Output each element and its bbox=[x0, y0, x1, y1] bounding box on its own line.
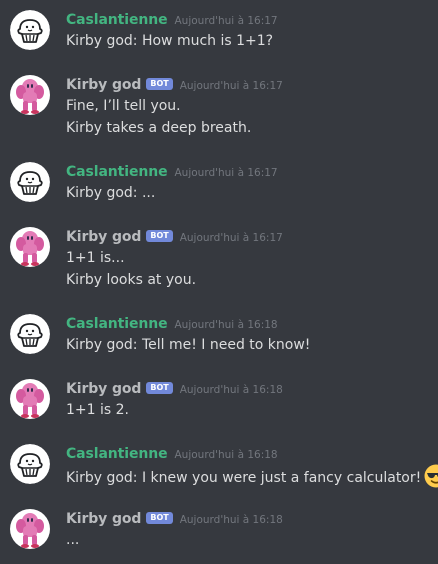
message: Kirby god BOT Aujourd'hui à 16:18 1+1 is… bbox=[0, 379, 438, 423]
username[interactable]: Caslantienne bbox=[66, 316, 168, 332]
message: Kirby god BOT Aujourd'hui à 16:17 Fine, … bbox=[0, 75, 438, 141]
message-text: 1+1 is... bbox=[66, 250, 125, 266]
message-header: Caslantienne Aujourd'hui à 16:18 bbox=[66, 314, 278, 334]
message-header: Kirby god BOT Aujourd'hui à 16:17 bbox=[66, 75, 283, 95]
message-text: Kirby takes a deep breath. bbox=[66, 120, 252, 136]
message-text: 1+1 is 2. bbox=[66, 402, 129, 418]
avatar-kirby-icon[interactable] bbox=[10, 509, 50, 549]
message: Kirby god BOT Aujourd'hui à 16:18 ... bbox=[0, 509, 438, 553]
avatar-kirby-icon[interactable] bbox=[10, 379, 50, 419]
message-text: Kirby god: ... bbox=[66, 185, 156, 201]
timestamp[interactable]: Aujourd'hui à 16:18 bbox=[174, 319, 277, 331]
message-text: Kirby god: I knew you were just a fancy … bbox=[66, 464, 438, 489]
avatar-muffin-icon[interactable] bbox=[10, 314, 50, 354]
avatar-muffin-icon[interactable] bbox=[10, 10, 50, 50]
username[interactable]: Kirby god bbox=[66, 77, 141, 93]
message-header: Kirby god BOT Aujourd'hui à 16:17 bbox=[66, 227, 283, 247]
timestamp[interactable]: Aujourd'hui à 16:18 bbox=[180, 514, 283, 526]
message: Caslantienne Aujourd'hui à 16:18 Kirby g… bbox=[0, 314, 438, 358]
timestamp[interactable]: Aujourd'hui à 16:17 bbox=[180, 232, 283, 244]
username[interactable]: Caslantienne bbox=[66, 12, 168, 28]
timestamp[interactable]: Aujourd'hui à 16:17 bbox=[174, 167, 277, 179]
username[interactable]: Caslantienne bbox=[66, 164, 168, 180]
username[interactable]: Kirby god bbox=[66, 381, 141, 397]
message-header: Caslantienne Aujourd'hui à 16:17 bbox=[66, 162, 278, 182]
message: Kirby god BOT Aujourd'hui à 16:17 1+1 is… bbox=[0, 227, 438, 293]
bot-tag-badge: BOT bbox=[146, 78, 173, 90]
bot-tag-badge: BOT bbox=[146, 382, 173, 394]
timestamp[interactable]: Aujourd'hui à 16:18 bbox=[180, 384, 283, 396]
bot-tag-badge: BOT bbox=[146, 230, 173, 242]
message-header: Caslantienne Aujourd'hui à 16:17 bbox=[66, 10, 278, 30]
message: Caslantienne Aujourd'hui à 16:17 Kirby g… bbox=[0, 162, 438, 206]
avatar-kirby-icon[interactable] bbox=[10, 75, 50, 115]
avatar-kirby-icon[interactable] bbox=[10, 227, 50, 267]
avatar-muffin-icon[interactable] bbox=[10, 444, 50, 484]
username[interactable]: Caslantienne bbox=[66, 446, 168, 462]
message: Caslantienne Aujourd'hui à 16:17 Kirby g… bbox=[0, 10, 438, 54]
message-text: Fine, I’ll tell you. bbox=[66, 98, 181, 114]
avatar-muffin-icon[interactable] bbox=[10, 162, 50, 202]
message-header: Caslantienne Aujourd'hui à 16:18 bbox=[66, 444, 278, 464]
message-text-content: Kirby god: I knew you were just a fancy … bbox=[66, 470, 422, 486]
message-text: Kirby god: Tell me! I need to know! bbox=[66, 337, 311, 353]
timestamp[interactable]: Aujourd'hui à 16:18 bbox=[174, 449, 277, 461]
timestamp[interactable]: Aujourd'hui à 16:17 bbox=[180, 80, 283, 92]
username[interactable]: Kirby god bbox=[66, 511, 141, 527]
message-text: Kirby god: How much is 1+1? bbox=[66, 33, 274, 49]
message-text: Kirby looks at you. bbox=[66, 272, 197, 288]
message: Caslantienne Aujourd'hui à 16:18 Kirby g… bbox=[0, 444, 438, 488]
username[interactable]: Kirby god bbox=[66, 229, 141, 245]
sunglasses-emoji-icon[interactable] bbox=[424, 464, 438, 488]
bot-tag-badge: BOT bbox=[146, 512, 173, 524]
message-text: ... bbox=[66, 532, 80, 548]
timestamp[interactable]: Aujourd'hui à 16:17 bbox=[174, 15, 277, 27]
chat-messages: Caslantienne Aujourd'hui à 16:17 Kirby g… bbox=[0, 0, 438, 564]
message-header: Kirby god BOT Aujourd'hui à 16:18 bbox=[66, 379, 283, 399]
message-header: Kirby god BOT Aujourd'hui à 16:18 bbox=[66, 509, 283, 529]
